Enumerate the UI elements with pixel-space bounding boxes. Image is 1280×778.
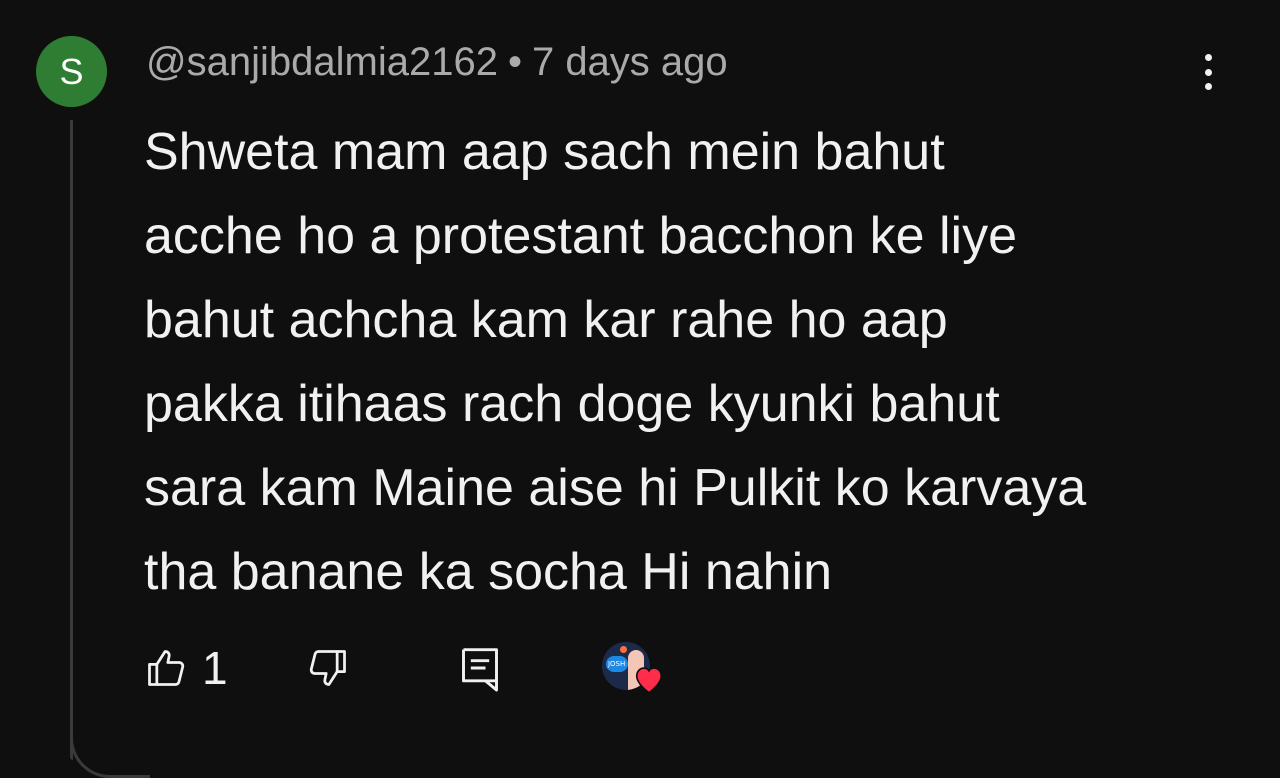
creator-avatar-label: JOSH	[605, 656, 628, 672]
timestamp[interactable]: 7 days ago	[532, 40, 728, 84]
comment-line: bahut achcha kam kar rahe ho aap	[144, 291, 948, 349]
more-vert-icon[interactable]	[1190, 50, 1226, 94]
thumbs-down-icon	[309, 650, 346, 686]
creator-badge-dot	[619, 646, 627, 653]
comment-header: @sanjibdalmia2162 • 7 days ago	[146, 40, 728, 85]
creator-heart[interactable]: JOSH	[601, 640, 666, 696]
dislike-button[interactable]	[306, 646, 350, 690]
avatar-letter: S	[59, 50, 84, 92]
heart-icon	[635, 667, 662, 694]
thread-line	[70, 120, 73, 760]
comment-line: Shweta mam aap sach mein bahut	[144, 123, 945, 181]
separator-dot: •	[507, 40, 522, 84]
comment-line: tha banane ka socha Hi nahin	[144, 543, 833, 601]
reply-icon	[461, 648, 498, 692]
comment-line: pakka itihaas rach doge kyunki bahut	[144, 375, 1000, 433]
username[interactable]: @sanjibdalmia2162	[146, 40, 498, 84]
thumbs-up-icon	[148, 650, 185, 686]
comment-actions: 1 JOSH	[144, 640, 666, 696]
thread-curve	[70, 700, 150, 778]
reply-button[interactable]	[458, 644, 502, 692]
comment-line: acche ho a protestant bacchon ke liye	[144, 207, 1018, 265]
comment-text: Shweta mam aap sach mein bahut acche ho …	[144, 110, 1204, 614]
comment-line: sara kam Maine aise hi Pulkit ko karvaya	[144, 459, 1087, 517]
like-count: 1	[202, 642, 228, 694]
avatar[interactable]: S	[36, 36, 107, 107]
like-button[interactable]: 1	[144, 641, 228, 695]
